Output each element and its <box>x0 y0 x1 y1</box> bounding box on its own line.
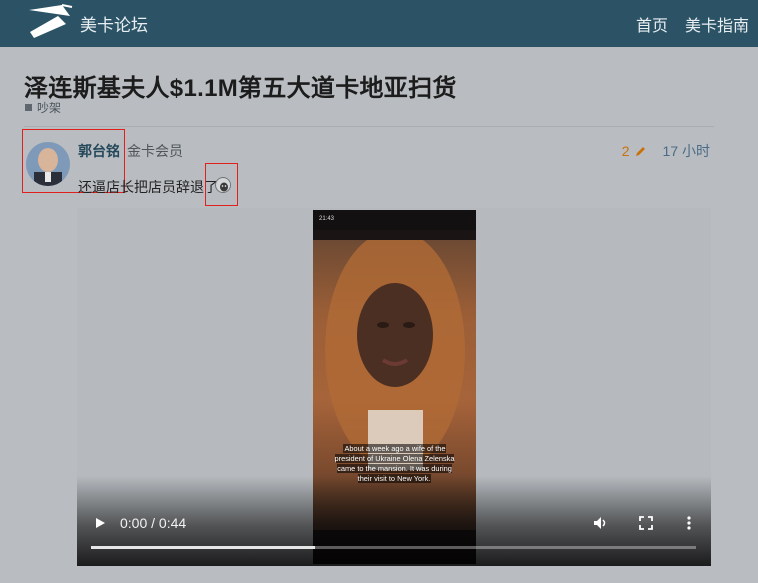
nav-home-link[interactable]: 首页 <box>636 12 668 36</box>
top-header: 美卡论坛 首页 美卡指南 <box>0 0 758 47</box>
divider <box>24 126 714 127</box>
category-badge[interactable]: 吵架 <box>25 99 61 116</box>
highlight-box-emoji <box>205 163 238 206</box>
time-display: 0:00 / 0:44 <box>120 515 187 531</box>
fullscreen-icon[interactable] <box>638 515 654 531</box>
post-text: 还逼店长把店员辞退了 <box>78 179 218 195</box>
post-meta: 2 17 小时 <box>622 141 710 161</box>
progress-fill <box>91 546 315 549</box>
play-icon[interactable] <box>94 517 106 529</box>
video-player[interactable]: 21:43 About a week ago a wife of the pre… <box>77 208 711 566</box>
phone-status-bar: 21:43 <box>313 210 476 230</box>
phone-time: 21:43 <box>319 216 335 222</box>
edit-count: 2 <box>621 143 630 159</box>
volume-icon[interactable] <box>592 515 608 531</box>
topic-title[interactable]: 泽连斯基夫人$1.1M第五大道卡地亚扫货 <box>24 68 457 103</box>
site-logo-icon[interactable] <box>26 2 78 40</box>
edit-history-button[interactable]: 2 <box>622 143 647 159</box>
category-square-icon <box>25 104 32 111</box>
progress-bar[interactable] <box>91 546 696 549</box>
site-title[interactable]: 美卡论坛 <box>80 11 148 36</box>
pencil-icon <box>635 146 645 156</box>
more-options-icon[interactable] <box>681 515 697 531</box>
nav-guide-link[interactable]: 美卡指南 <box>685 12 749 36</box>
user-title: 金卡会员 <box>127 143 183 159</box>
category-label: 吵架 <box>37 101 62 115</box>
username-link[interactable]: 郭台铭 <box>78 141 120 161</box>
post-time[interactable]: 17 小时 <box>663 141 710 161</box>
